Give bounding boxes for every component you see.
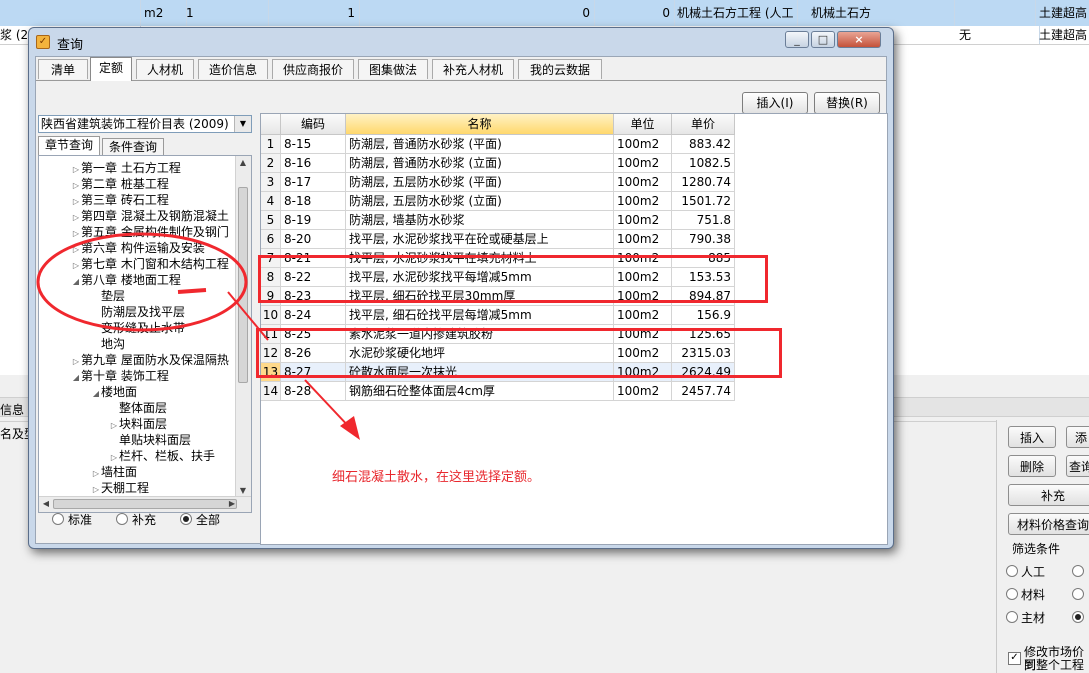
annotation-arrow-stub xyxy=(177,288,207,294)
annotation-box-lower xyxy=(256,328,782,378)
annotation-note: 细石混凝土散水，在这里选择定额。 xyxy=(332,470,541,485)
annotation-box-upper xyxy=(258,255,768,303)
annotation-circle xyxy=(36,232,248,332)
